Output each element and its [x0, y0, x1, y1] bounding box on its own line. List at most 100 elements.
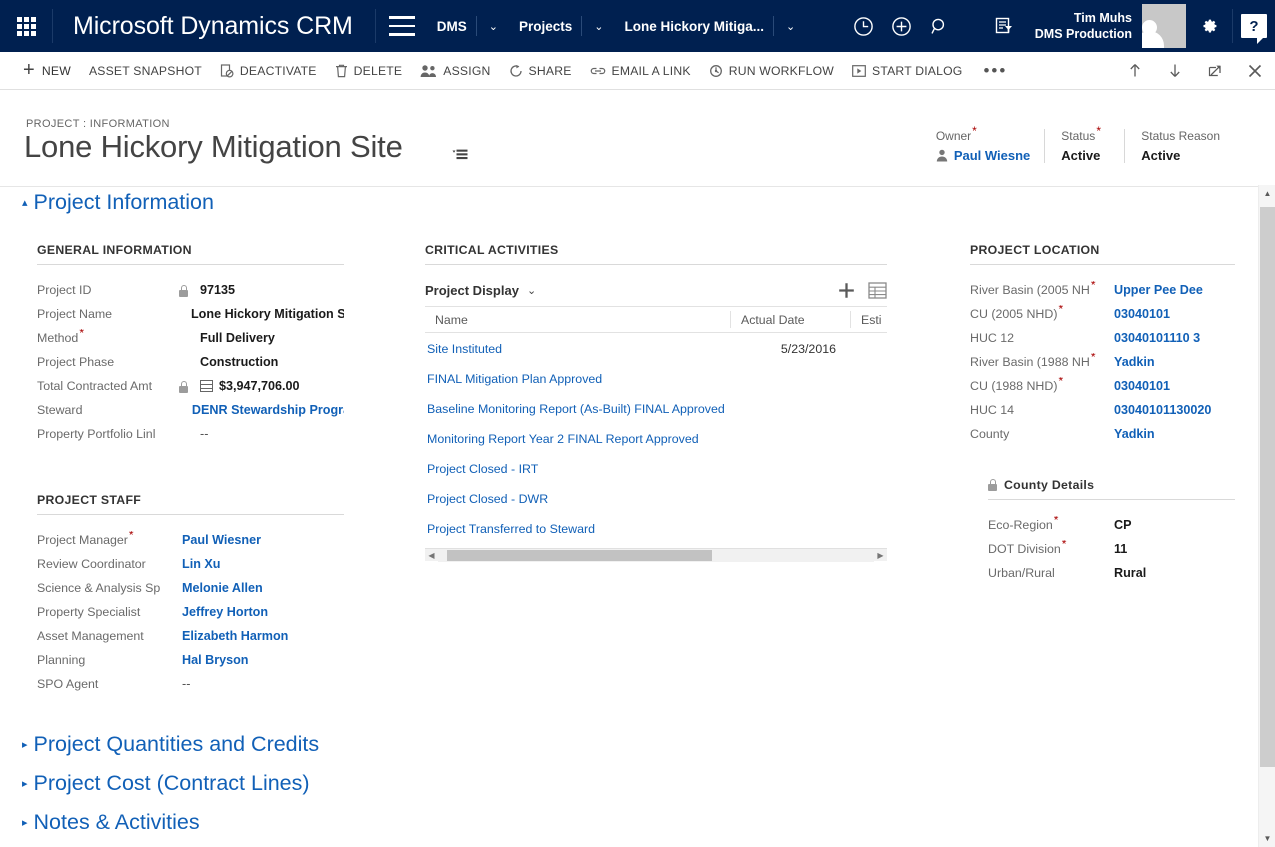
record-form-body: PROJECT : INFORMATION Lone Hickory Mitig…: [0, 91, 1260, 847]
gear-icon[interactable]: [1186, 0, 1232, 52]
project-phase-value[interactable]: Construction: [200, 353, 278, 369]
field-row-cu-1988: CU (1988 NHD)* 03040101: [970, 377, 1235, 401]
table-row[interactable]: Project Transferred to Steward: [425, 514, 887, 544]
field-row-planning: Planning Hal Bryson: [37, 651, 344, 675]
waffle-grid-icon[interactable]: [0, 0, 52, 52]
cu-1988-value[interactable]: 03040101: [1114, 377, 1170, 393]
project-name-value[interactable]: Lone Hickory Mitigation Sit: [191, 305, 344, 321]
scroll-thumb[interactable]: [447, 549, 712, 561]
help-question-icon[interactable]: ?: [1233, 0, 1275, 52]
deactivate-button[interactable]: DEACTIVATE: [211, 52, 326, 90]
cu-2005-value[interactable]: 03040101: [1114, 305, 1170, 321]
huc-12-value[interactable]: 03040101110 3: [1114, 329, 1200, 345]
river-basin-1988-label-row: River Basin (1988 NH*: [970, 353, 1114, 369]
river-basin-2005-value[interactable]: Upper Pee Dee: [1114, 281, 1203, 297]
assign-button[interactable]: ASSIGN: [411, 52, 499, 90]
column-header-estimated-date[interactable]: Esti: [850, 311, 887, 328]
share-button[interactable]: SHARE: [500, 52, 581, 90]
section-toggle-project-information[interactable]: ▴ Project Information: [22, 190, 214, 215]
steward-value[interactable]: DENR Stewardship Program: [192, 401, 344, 417]
scroll-left-icon[interactable]: ◀: [425, 551, 438, 560]
brand-title[interactable]: Microsoft Dynamics CRM: [53, 12, 375, 41]
required-asterisk-eco-region: *: [1053, 516, 1059, 527]
planning-value[interactable]: Hal Bryson: [182, 651, 249, 667]
owner-value[interactable]: Paul Wiesne: [954, 148, 1030, 163]
page-scroll-thumb[interactable]: [1260, 207, 1275, 767]
required-asterisk-dot-division: *: [1061, 540, 1067, 551]
person-icon: [936, 149, 948, 162]
review-coordinator-value[interactable]: Lin Xu: [182, 555, 220, 571]
scroll-down-icon[interactable]: ▼: [1259, 830, 1275, 847]
add-new-record-icon[interactable]: [837, 281, 856, 300]
project-manager-value[interactable]: Paul Wiesner: [182, 531, 261, 547]
property-specialist-label: Property Specialist: [37, 605, 141, 619]
county-value[interactable]: Yadkin: [1114, 425, 1155, 441]
popout-icon[interactable]: [1195, 52, 1235, 90]
column-header-actual-date[interactable]: Actual Date: [730, 311, 850, 328]
asset-management-value[interactable]: Elizabeth Harmon: [182, 627, 288, 643]
activity-name[interactable]: Baseline Monitoring Report (As-Built) FI…: [425, 402, 730, 416]
avatar[interactable]: [1142, 4, 1186, 48]
previous-record-icon[interactable]: [1115, 52, 1155, 90]
table-row[interactable]: FINAL Mitigation Plan Approved: [425, 364, 887, 394]
form-selector-icon[interactable]: [452, 147, 470, 166]
method-value[interactable]: Full Delivery: [200, 329, 275, 345]
activity-name[interactable]: Project Closed - DWR: [425, 492, 730, 506]
scroll-track[interactable]: [438, 548, 874, 562]
spo-agent-value[interactable]: --: [182, 675, 190, 691]
activity-name[interactable]: Project Closed - IRT: [425, 462, 730, 476]
status-reason-label: Status Reason: [1141, 129, 1220, 143]
breadcrumb-projects[interactable]: Projects: [510, 19, 581, 34]
subgrid-horizontal-scrollbar[interactable]: ◀ ▶: [425, 548, 887, 562]
required-asterisk-status: *: [1096, 124, 1101, 138]
chevron-down-icon-record[interactable]: ⌄: [774, 0, 807, 52]
huc-14-value[interactable]: 03040101130020: [1114, 401, 1211, 417]
field-row-total-contracted-amt: Total Contracted Amt $3,947,706.00: [37, 377, 344, 401]
hamburger-menu-icon[interactable]: [376, 0, 428, 52]
table-row[interactable]: Baseline Monitoring Report (As-Built) FI…: [425, 394, 887, 424]
subgrid-view-selector[interactable]: Project Display ⌄: [425, 283, 536, 298]
table-row[interactable]: Monitoring Report Year 2 FINAL Report Ap…: [425, 424, 887, 454]
science-analysis-value[interactable]: Melonie Allen: [182, 579, 263, 595]
field-row-asset-management: Asset Management Elizabeth Harmon: [37, 627, 344, 651]
chevron-down-icon-projects[interactable]: ⌄: [582, 0, 615, 52]
close-icon[interactable]: [1235, 52, 1275, 90]
run-workflow-button[interactable]: RUN WORKFLOW: [700, 52, 843, 90]
column-header-name[interactable]: Name: [425, 311, 730, 328]
command-overflow-button[interactable]: •••: [971, 52, 1019, 90]
activity-name[interactable]: FINAL Mitigation Plan Approved: [425, 372, 730, 386]
scroll-right-icon[interactable]: ▶: [874, 551, 887, 560]
recent-items-icon[interactable]: [845, 0, 883, 52]
table-row[interactable]: Project Closed - IRT: [425, 454, 887, 484]
new-button[interactable]: + NEW: [14, 52, 80, 90]
scroll-up-icon[interactable]: ▲: [1259, 185, 1275, 202]
river-basin-1988-value[interactable]: Yadkin: [1114, 353, 1155, 369]
chevron-down-icon-dms[interactable]: ⌄: [477, 0, 510, 52]
breadcrumb-dms[interactable]: DMS: [428, 19, 476, 34]
breadcrumb-record[interactable]: Lone Hickory Mitiga...: [616, 19, 774, 34]
property-specialist-value[interactable]: Jeffrey Horton: [182, 603, 268, 619]
user-account-block[interactable]: Tim Muhs DMS Production: [1023, 10, 1142, 42]
activity-name[interactable]: Site Instituted: [425, 342, 730, 356]
property-portfolio-link-value[interactable]: --: [200, 425, 208, 441]
asset-snapshot-button[interactable]: ASSET SNAPSHOT: [80, 52, 211, 90]
open-grid-icon[interactable]: [868, 281, 887, 299]
activity-name[interactable]: Monitoring Report Year 2 FINAL Report Ap…: [425, 432, 730, 446]
field-row-huc-12: HUC 12 03040101110 3: [970, 329, 1235, 353]
activity-name[interactable]: Project Transferred to Steward: [425, 522, 730, 536]
next-record-icon[interactable]: [1155, 52, 1195, 90]
start-dialog-button[interactable]: START DIALOG: [843, 52, 971, 90]
email-a-link-button[interactable]: EMAIL A LINK: [581, 52, 700, 90]
run-workflow-label: RUN WORKFLOW: [728, 63, 835, 78]
quick-create-icon[interactable]: [883, 0, 921, 52]
section-toggle-project-cost[interactable]: ▸ Project Cost (Contract Lines): [22, 771, 310, 796]
advanced-find-icon[interactable]: [985, 0, 1023, 52]
share-label: SHARE: [528, 63, 572, 78]
delete-button[interactable]: DELETE: [326, 52, 412, 90]
table-row[interactable]: Project Closed - DWR: [425, 484, 887, 514]
table-row[interactable]: Site Instituted 5/23/2016: [425, 334, 887, 364]
page-vertical-scrollbar[interactable]: ▲ ▼: [1258, 185, 1275, 847]
section-toggle-notes-activities[interactable]: ▸ Notes & Activities: [22, 810, 200, 835]
section-toggle-project-quantities-and-credits[interactable]: ▸ Project Quantities and Credits: [22, 732, 319, 757]
search-icon[interactable]: [921, 0, 959, 52]
